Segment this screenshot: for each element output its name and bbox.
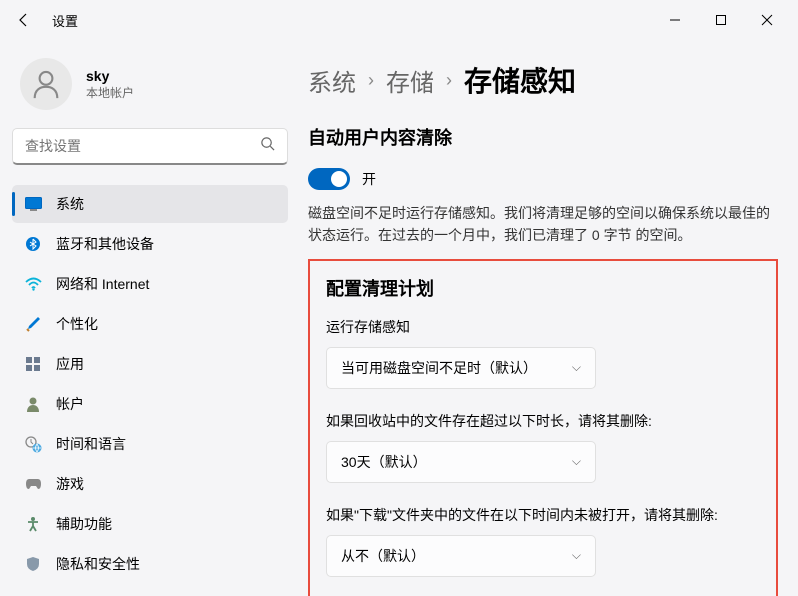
bluetooth-icon	[24, 235, 42, 253]
sidebar-item-apps[interactable]: 应用	[12, 345, 288, 383]
title-bar: 设置	[0, 0, 798, 40]
config-cleanup-schedule: 配置清理计划 运行存储感知 当可用磁盘空间不足时（默认） ⌵ 如果回收站中的文件…	[308, 259, 778, 596]
nav-label: 时间和语言	[56, 434, 126, 454]
arrow-left-icon	[16, 12, 32, 28]
select-value: 从不（默认）	[341, 546, 425, 566]
config-heading: 配置清理计划	[326, 275, 760, 301]
nav-label: 辅助功能	[56, 514, 112, 534]
chevron-down-icon: ⌵	[572, 454, 581, 469]
nav-list: 系统 蓝牙和其他设备 网络和 Internet 个性化 应用 帐户	[12, 185, 288, 583]
user-type: 本地帐户	[86, 84, 134, 101]
field-label-recycle-bin: 如果回收站中的文件存在超过以下时长，请将其删除:	[326, 411, 760, 431]
chevron-right-icon: ›	[446, 70, 452, 91]
sidebar-item-accessibility[interactable]: 辅助功能	[12, 505, 288, 543]
maximize-icon	[715, 14, 727, 26]
search-input[interactable]	[25, 138, 260, 154]
breadcrumb-system[interactable]: 系统	[308, 63, 356, 98]
breadcrumb-storage[interactable]: 存储	[386, 63, 434, 98]
sidebar: sky 本地帐户 系统 蓝牙和其他设备 网络和 Internet	[0, 40, 300, 596]
main-content: 系统 › 存储 › 存储感知 自动用户内容清除 开 磁盘空间不足时运行存储感知。…	[300, 40, 798, 596]
chevron-down-icon: ⌵	[572, 548, 581, 563]
search-box[interactable]	[12, 128, 288, 165]
close-button[interactable]	[744, 4, 790, 36]
user-name: sky	[86, 68, 134, 84]
shield-icon	[24, 555, 42, 573]
wifi-icon	[24, 275, 42, 293]
clock-globe-icon	[24, 435, 42, 453]
field-label-downloads: 如果"下载"文件夹中的文件在以下时间内未被打开，请将其删除:	[326, 505, 760, 525]
sidebar-item-bluetooth[interactable]: 蓝牙和其他设备	[12, 225, 288, 263]
select-run-storage-sense[interactable]: 当可用磁盘空间不足时（默认） ⌵	[326, 347, 596, 389]
breadcrumb: 系统 › 存储 › 存储感知	[308, 60, 778, 100]
select-downloads-duration[interactable]: 从不（默认） ⌵	[326, 535, 596, 577]
close-icon	[761, 14, 773, 26]
toggle-label: 开	[362, 169, 376, 189]
window-title: 设置	[52, 11, 78, 30]
select-value: 当可用磁盘空间不足时（默认）	[341, 358, 537, 378]
select-value: 30天（默认）	[341, 452, 427, 472]
sidebar-item-system[interactable]: 系统	[12, 185, 288, 223]
person-icon	[29, 67, 63, 101]
toggle-row: 开	[308, 168, 778, 190]
nav-label: 帐户	[56, 394, 84, 414]
nav-label: 应用	[56, 354, 84, 374]
gaming-icon	[24, 475, 42, 493]
chevron-down-icon: ⌵	[572, 360, 581, 375]
search-icon	[260, 136, 275, 156]
select-recycle-bin-duration[interactable]: 30天（默认） ⌵	[326, 441, 596, 483]
accessibility-icon	[24, 515, 42, 533]
sidebar-item-time-language[interactable]: 时间和语言	[12, 425, 288, 463]
nav-label: 蓝牙和其他设备	[56, 234, 154, 254]
apps-icon	[24, 355, 42, 373]
nav-label: 系统	[56, 194, 84, 214]
nav-label: 个性化	[56, 314, 98, 334]
sidebar-item-personalization[interactable]: 个性化	[12, 305, 288, 343]
section-heading-auto-cleanup: 自动用户内容清除	[308, 124, 778, 150]
back-button[interactable]	[8, 4, 40, 36]
account-icon	[24, 395, 42, 413]
user-section[interactable]: sky 本地帐户	[12, 48, 288, 128]
sidebar-item-accounts[interactable]: 帐户	[12, 385, 288, 423]
window-controls	[652, 4, 790, 36]
field-label-run-sense: 运行存储感知	[326, 317, 760, 337]
sidebar-item-privacy[interactable]: 隐私和安全性	[12, 545, 288, 583]
chevron-right-icon: ›	[368, 70, 374, 91]
description-text: 磁盘空间不足时运行存储感知。我们将清理足够的空间以确保系统以最佳的状态运行。在过…	[308, 202, 778, 247]
storage-sense-toggle[interactable]	[308, 168, 350, 190]
minimize-button[interactable]	[652, 4, 698, 36]
display-icon	[24, 195, 42, 213]
nav-label: 网络和 Internet	[56, 274, 149, 294]
nav-label: 隐私和安全性	[56, 554, 140, 574]
sidebar-item-network[interactable]: 网络和 Internet	[12, 265, 288, 303]
sidebar-item-gaming[interactable]: 游戏	[12, 465, 288, 503]
minimize-icon	[669, 14, 681, 26]
nav-label: 游戏	[56, 474, 84, 494]
page-title: 存储感知	[464, 60, 576, 100]
avatar	[20, 58, 72, 110]
maximize-button[interactable]	[698, 4, 744, 36]
brush-icon	[24, 315, 42, 333]
